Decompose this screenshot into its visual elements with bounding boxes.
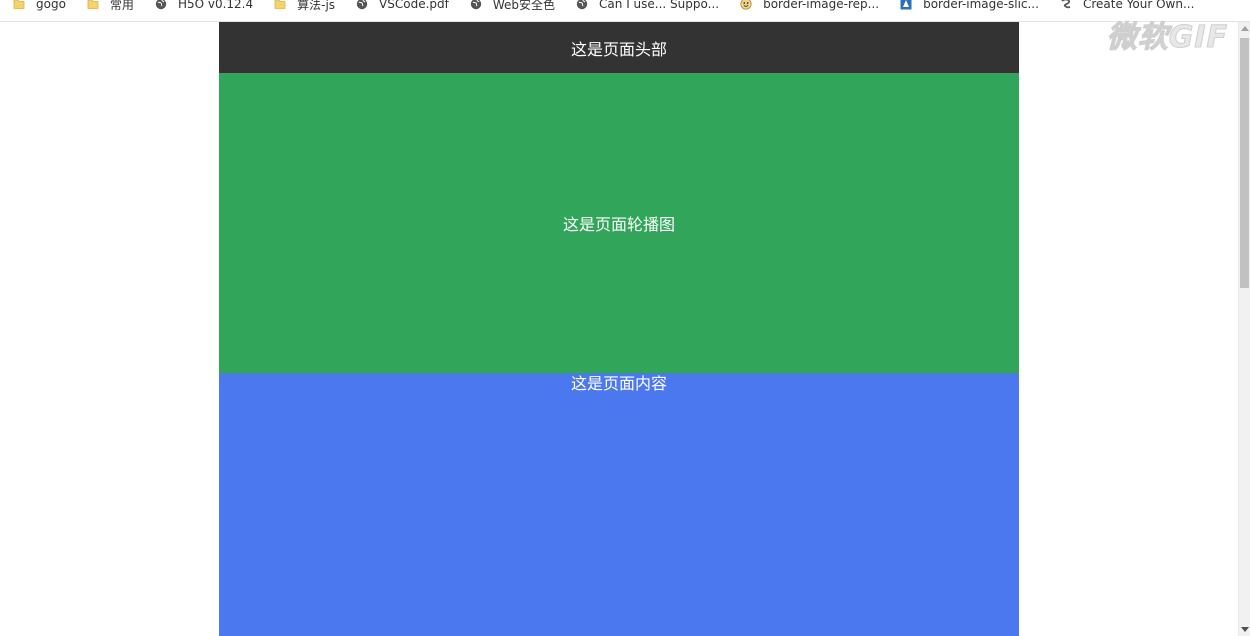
page-viewport: 这是页面头部 这是页面轮播图 这是页面内容: [0, 22, 1238, 636]
site-icon: [899, 0, 913, 11]
bookmark-suanfa-js[interactable]: 算法-js: [261, 0, 343, 12]
bookmark-can-i-use[interactable]: Can I use... Suppo...: [563, 0, 727, 11]
page-container: 这是页面头部 这是页面轮播图 这是页面内容: [219, 22, 1019, 636]
vertical-scrollbar[interactable]: [1238, 22, 1250, 636]
bookmark-label: 算法-js: [297, 0, 336, 12]
bookmark-label: gogo: [36, 0, 66, 11]
bookmark-gogo[interactable]: gogo: [0, 0, 74, 11]
content-text: 这是页面内容: [570, 374, 667, 393]
bookmark-label: Web安全色: [492, 0, 556, 12]
bookmarks-bar: gogo 常用 H5O v0.12.4 算法-js VSCode.pdf Web…: [0, 0, 1250, 22]
globe-icon: [154, 0, 168, 11]
bookmark-label: 常用: [109, 0, 134, 12]
bookmark-border-image-repeat[interactable]: border-image-rep...: [727, 0, 887, 11]
folder-icon: [12, 0, 26, 11]
page-content: 这是页面内容: [219, 373, 1019, 636]
site-icon: [739, 0, 753, 11]
carousel-text: 这是页面轮播图: [562, 215, 675, 234]
folder-icon: [86, 0, 100, 11]
bookmark-label: Create Your Own...: [1082, 0, 1195, 11]
bookmark-border-image-slice[interactable]: border-image-slic...: [887, 0, 1047, 11]
page-header: 这是页面头部: [219, 22, 1019, 73]
site-icon: [1059, 0, 1073, 11]
globe-icon: [469, 0, 483, 11]
scroll-down-arrow-icon[interactable]: [1241, 627, 1249, 632]
bookmark-label: Can I use... Suppo...: [599, 0, 720, 11]
bookmark-label: border-image-slic...: [923, 0, 1039, 11]
bookmark-label: H5O v0.12.4: [177, 0, 254, 11]
header-text: 这是页面头部: [570, 39, 667, 59]
bookmark-web-safe-color[interactable]: Web安全色: [457, 0, 563, 12]
bookmark-label: VSCode.pdf: [379, 0, 449, 11]
globe-icon: [355, 0, 369, 11]
bookmark-create-your-own[interactable]: Create Your Own...: [1047, 0, 1202, 11]
folder-icon: [273, 0, 287, 11]
bookmark-label: border-image-rep...: [763, 0, 880, 11]
carousel: 这是页面轮播图: [219, 73, 1019, 373]
globe-icon: [575, 0, 589, 11]
scroll-thumb[interactable]: [1240, 38, 1249, 288]
bookmark-changyong[interactable]: 常用: [74, 0, 142, 12]
scroll-up-arrow-icon[interactable]: [1241, 26, 1249, 31]
bookmark-vscode-pdf[interactable]: VSCode.pdf: [343, 0, 457, 11]
bookmark-h5o[interactable]: H5O v0.12.4: [142, 0, 261, 11]
